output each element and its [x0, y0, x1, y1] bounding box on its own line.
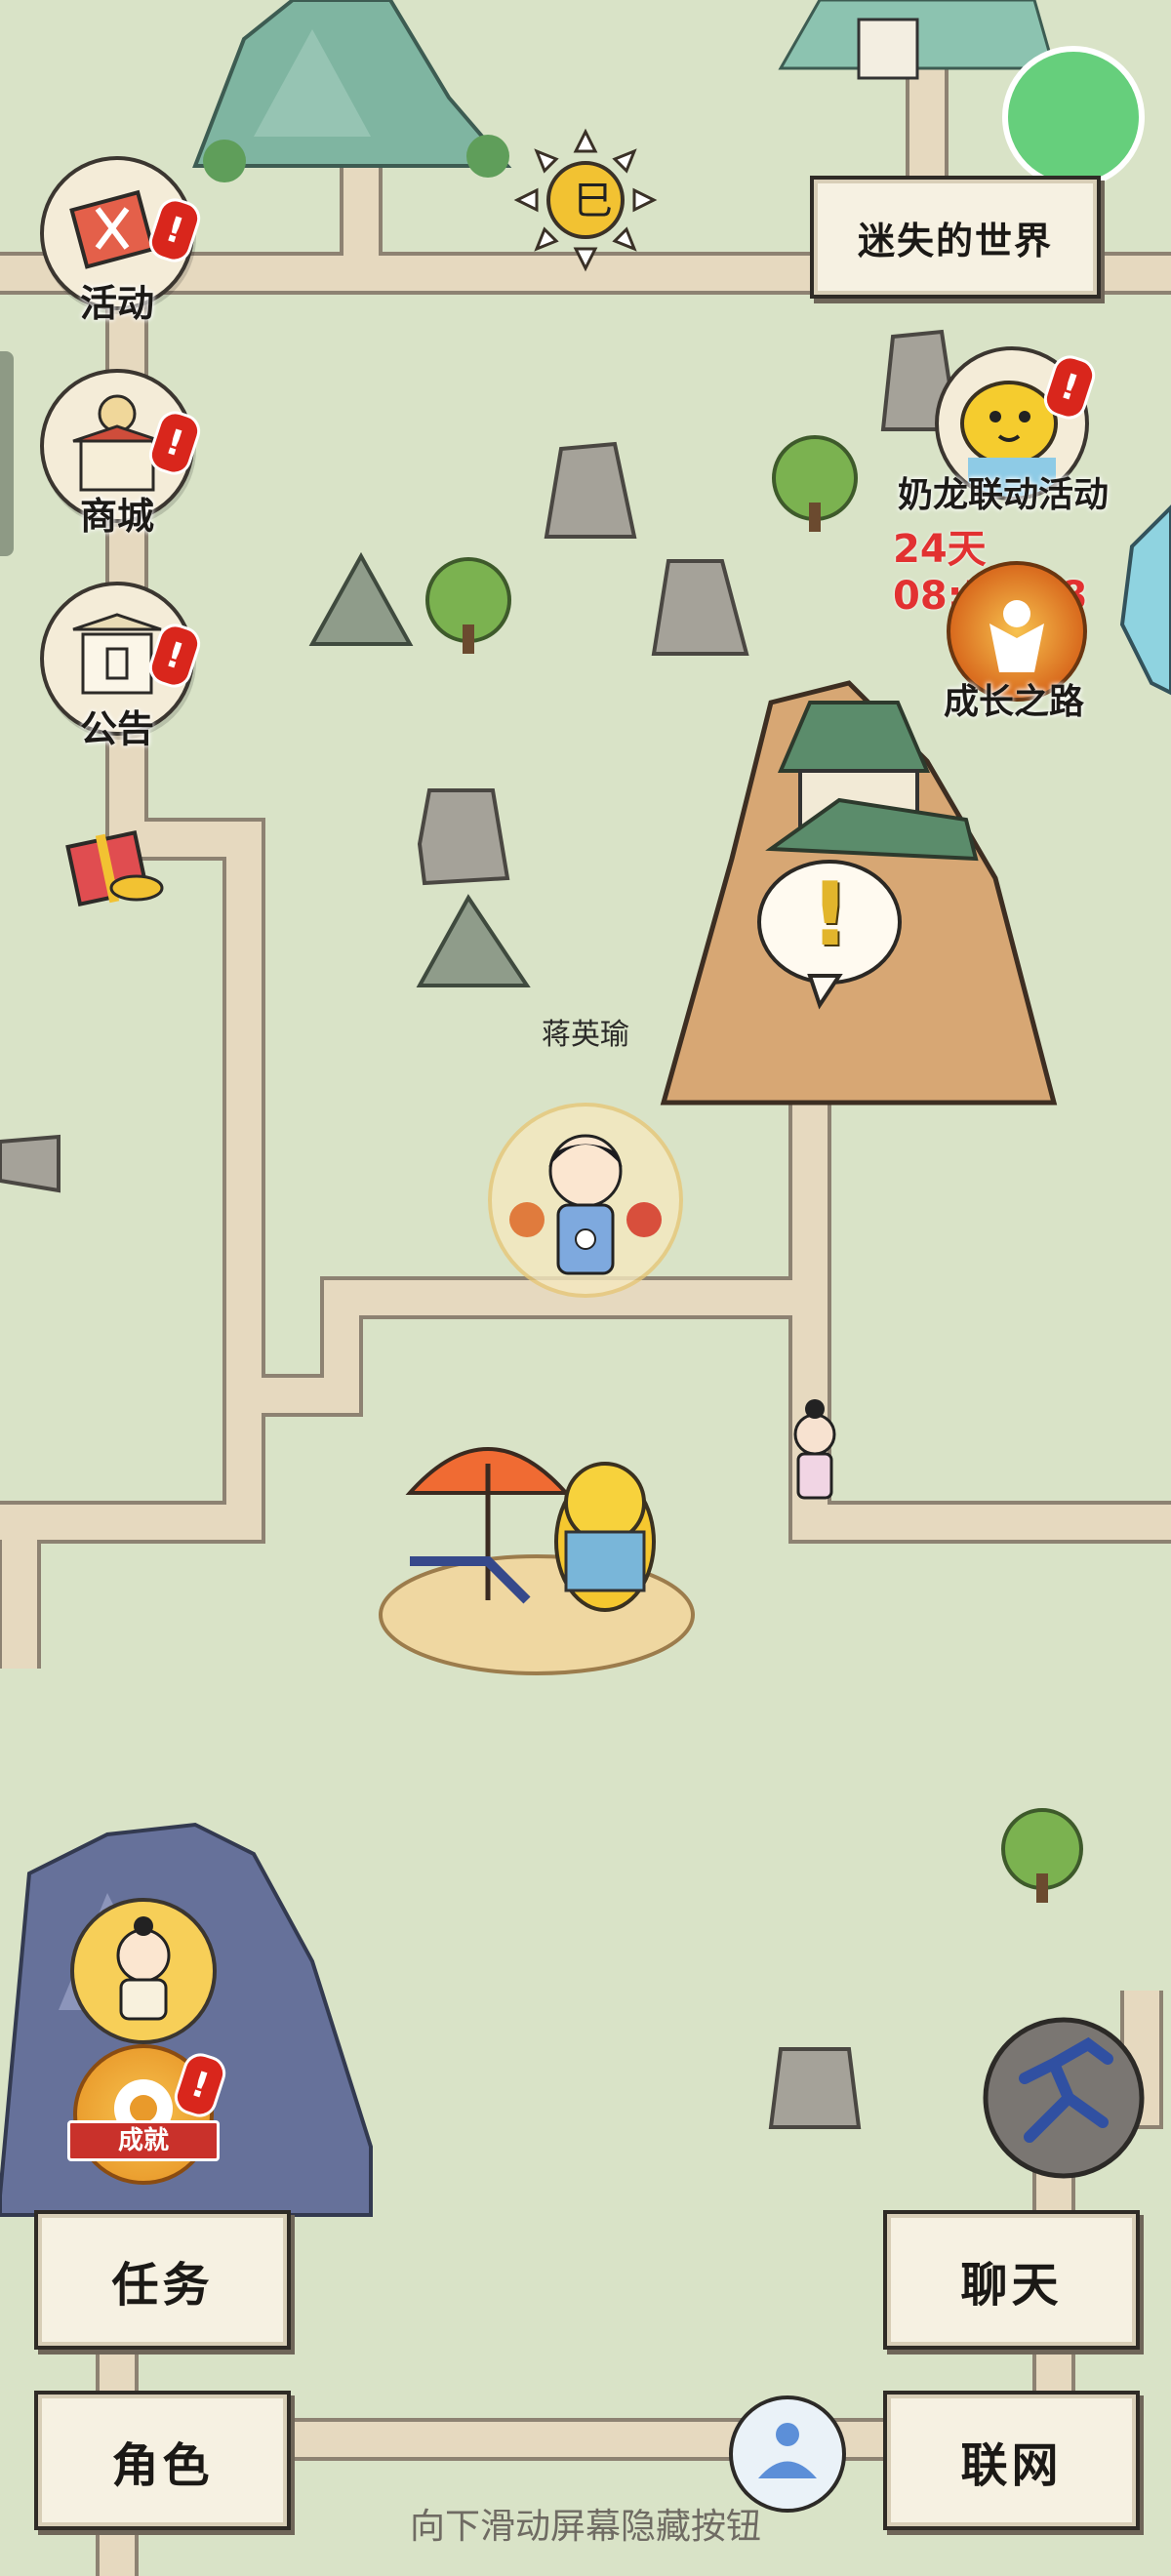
- companion-button[interactable]: [70, 1898, 217, 2044]
- tasks-label: 任务: [111, 2257, 214, 2313]
- growth-path-label: 成长之路: [944, 682, 1085, 722]
- npc-child[interactable]: [781, 1395, 849, 1522]
- menu-notice[interactable]: ! 公告: [39, 582, 205, 750]
- achievement-banner: 成就: [67, 2120, 220, 2161]
- player-name: 蒋英瑜: [542, 1018, 629, 1052]
- left-edge-tab[interactable]: [0, 351, 14, 556]
- naolong-event-button[interactable]: !: [935, 346, 1100, 501]
- chat-label: 聊天: [960, 2257, 1063, 2313]
- menu-shop[interactable]: ! 商城: [39, 369, 205, 538]
- world-button-label: 迷失的世界: [857, 219, 1053, 262]
- mountain-top-right: [778, 0, 1056, 80]
- footer-hint: 向下滑动屏幕隐藏按钮: [409, 2507, 761, 2547]
- event-title: 奶龙联动活动: [898, 475, 1110, 515]
- gift-icon[interactable]: [59, 800, 176, 917]
- beach-scene[interactable]: [379, 1447, 695, 1675]
- sprint-button[interactable]: [986, 2020, 1142, 2176]
- partial-event-icon: [1002, 46, 1145, 188]
- mountain-top-left: [192, 0, 512, 182]
- menu-activity[interactable]: ! 活动: [39, 156, 205, 325]
- svg-text:巳: 巳: [574, 179, 613, 223]
- network-label: 联网: [960, 2437, 1063, 2493]
- quest-marker[interactable]: !: [810, 864, 850, 966]
- chat-button[interactable]: 聊天: [883, 2210, 1140, 2350]
- child-avatar-icon: [116, 1916, 171, 2021]
- tasks-button[interactable]: 任务: [34, 2210, 291, 2350]
- character-label: 角色: [111, 2437, 214, 2493]
- player-character[interactable]: [488, 1103, 683, 1298]
- world-button[interactable]: 迷失的世界: [810, 176, 1101, 299]
- achievement-button[interactable]: 成就 !: [67, 2044, 230, 2185]
- sun-icon: 巳: [513, 128, 658, 272]
- meditate-button[interactable]: [732, 2397, 845, 2511]
